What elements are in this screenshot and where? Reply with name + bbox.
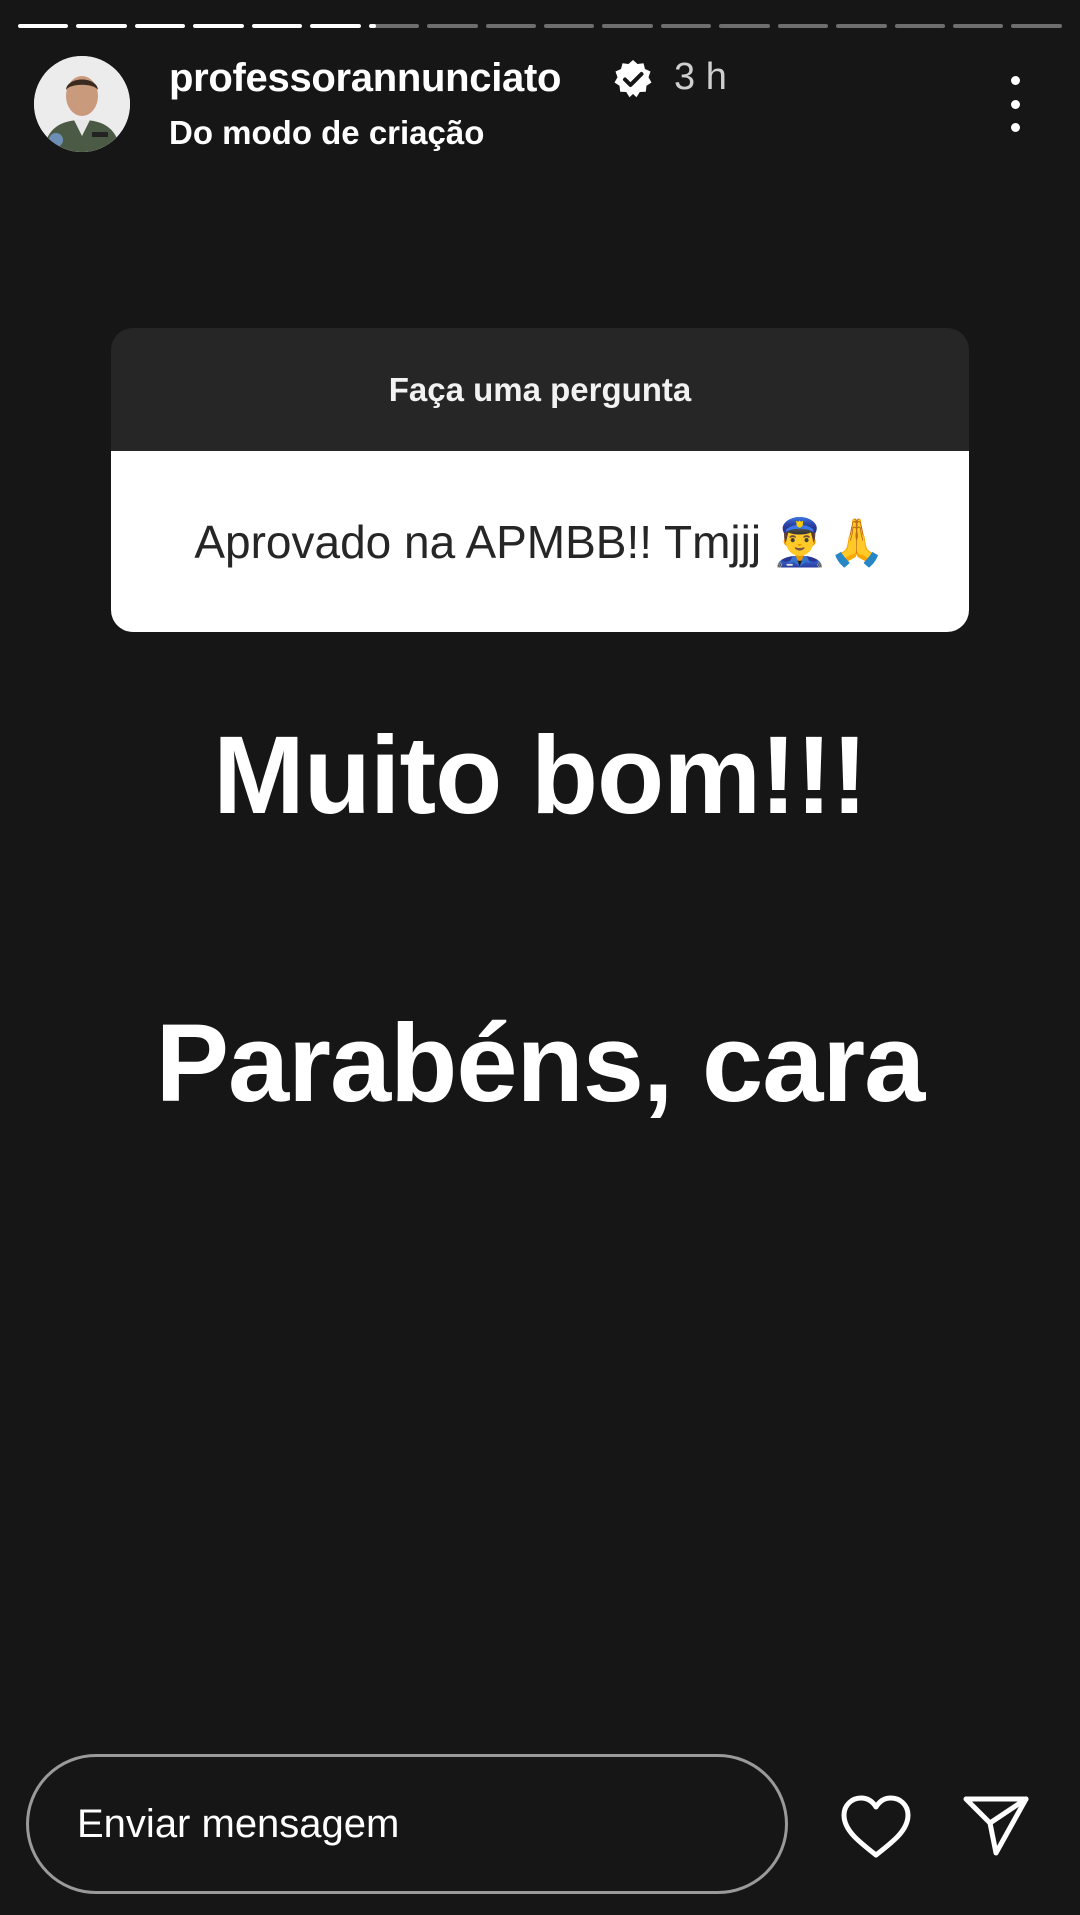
progress-segment — [953, 24, 1004, 28]
creation-mode-label[interactable]: Do modo de criação — [169, 114, 484, 152]
story-header: professorannunciato 3 h Do modo de criaç… — [34, 54, 1046, 154]
avatar-image — [34, 56, 130, 152]
progress-segment-fill — [310, 24, 361, 28]
answer-emojis: 👮‍♂️🙏 — [771, 515, 886, 568]
progress-segment — [543, 24, 595, 28]
progress-segment — [427, 24, 478, 28]
progress-segment — [777, 24, 829, 28]
progress-segment-fill — [18, 24, 69, 28]
more-dot — [1010, 123, 1020, 132]
progress-segment — [368, 24, 420, 28]
question-sticker[interactable]: Faça uma pergunta Aprovado na APMBB!! Tm… — [111, 328, 969, 632]
send-message-field[interactable] — [26, 1754, 788, 1894]
progress-segment-fill — [134, 24, 186, 28]
verified-badge-icon — [614, 60, 652, 98]
message-input[interactable] — [75, 1800, 785, 1848]
progress-segment — [76, 24, 127, 28]
progress-segment-fill — [368, 24, 377, 28]
progress-segment — [251, 24, 303, 28]
progress-segment — [485, 24, 536, 28]
progress-segment-fill — [251, 24, 303, 28]
send-icon[interactable] — [962, 1793, 1030, 1857]
progress-segment — [18, 24, 69, 28]
more-dot — [1010, 76, 1020, 85]
progress-segment — [193, 24, 244, 28]
progress-segment — [602, 24, 653, 28]
progress-segment — [836, 24, 887, 28]
more-options-icon[interactable] — [1000, 76, 1030, 132]
more-dot — [1010, 99, 1020, 109]
story-text-line-2: Parabéns, cara — [155, 1002, 926, 1125]
progress-segment — [719, 24, 770, 28]
story-progress-bar — [18, 24, 1062, 28]
profile-avatar[interactable] — [34, 56, 130, 152]
username-link[interactable]: professorannunciato — [169, 56, 561, 101]
story-text-line-1: Muito bom!!! — [213, 714, 868, 837]
progress-segment — [660, 24, 712, 28]
progress-segment — [1011, 24, 1062, 28]
progress-segment — [134, 24, 186, 28]
question-prompt: Faça uma pergunta — [111, 328, 969, 451]
post-time: 3 h — [674, 56, 727, 98]
question-answer: Aprovado na APMBB!! Tmjjj — [194, 515, 762, 568]
heart-icon[interactable] — [840, 1795, 912, 1859]
progress-segment-fill — [76, 24, 127, 28]
question-answer-row: Aprovado na APMBB!! Tmjjj 👮‍♂️🙏 — [111, 451, 969, 632]
progress-segment — [894, 24, 945, 28]
progress-segment-fill — [193, 24, 244, 28]
progress-segment — [310, 24, 361, 28]
